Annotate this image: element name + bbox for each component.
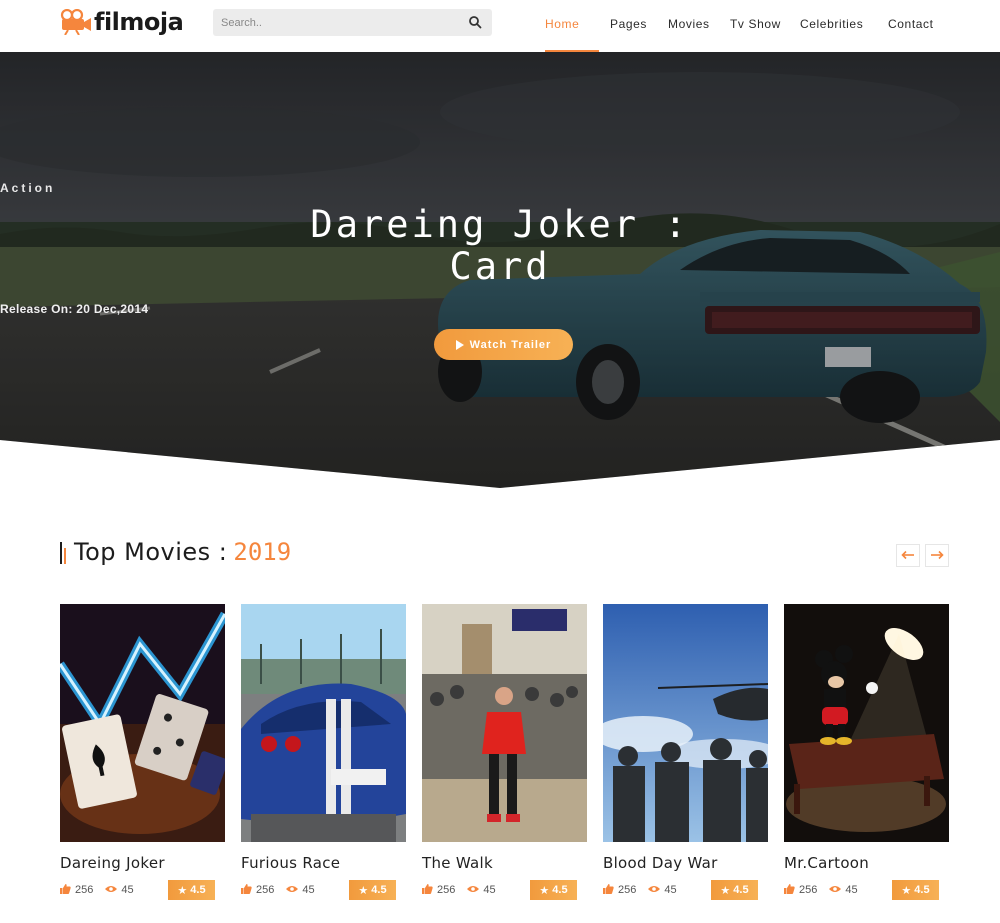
hero-genre: Action	[0, 181, 56, 195]
thumbs-up-icon	[603, 883, 614, 897]
star-icon: ★	[901, 884, 912, 897]
hero-release-date: Release On: 20 Dec,2014	[0, 302, 149, 316]
movie-poster[interactable]	[60, 604, 225, 842]
main-nav: Home Pages Movies Tv Show Celebrities Co…	[545, 0, 948, 52]
search-icon[interactable]	[468, 15, 482, 29]
arrow-right-icon	[930, 547, 944, 565]
search-input[interactable]	[213, 9, 458, 36]
heading-accent-bars	[60, 540, 70, 564]
views-count: 45	[286, 884, 315, 896]
views-count: 45	[648, 884, 677, 896]
site-header: filmoja Home Pages Movies Tv Show Celebr…	[0, 0, 1000, 52]
movie-meta: 256 45 ★ 4.5	[60, 880, 225, 900]
likes-count: 256	[603, 883, 637, 897]
rating-badge: ★ 4.5	[349, 880, 396, 900]
likes-value: 256	[75, 884, 94, 896]
likes-value: 256	[618, 884, 637, 896]
thumbs-up-icon	[60, 883, 71, 897]
eye-icon	[829, 884, 842, 896]
hero-banner: Action Dareing Joker : Card Release On: …	[0, 52, 1000, 488]
movie-poster[interactable]	[422, 604, 587, 842]
section-title: Top Movies :	[74, 538, 228, 566]
star-icon: ★	[539, 884, 550, 897]
rating-value: 4.5	[914, 884, 930, 896]
eye-icon	[648, 884, 661, 896]
movie-poster[interactable]	[241, 604, 406, 842]
rating-badge: ★ 4.5	[892, 880, 939, 900]
movie-card: Mr.Cartoon 256 45 ★ 4.5	[784, 604, 949, 900]
carousel-prev-button[interactable]	[896, 544, 920, 567]
likes-count: 256	[60, 883, 94, 897]
movie-card: Furious Race 256 45 ★ 4.5	[241, 604, 406, 900]
carousel-next-button[interactable]	[925, 544, 949, 567]
thumbs-up-icon	[784, 883, 795, 897]
views-value: 45	[845, 884, 858, 896]
views-value: 45	[302, 884, 315, 896]
arrow-left-icon	[901, 547, 915, 565]
star-icon: ★	[177, 884, 188, 897]
logo[interactable]: filmoja	[60, 6, 184, 38]
nav-celebrities[interactable]: Celebrities	[800, 0, 880, 52]
movie-meta: 256 45 ★ 4.5	[603, 880, 768, 900]
eye-icon	[286, 884, 299, 896]
carousel-controls	[896, 544, 949, 567]
movie-title[interactable]: Furious Race	[241, 854, 340, 872]
eye-icon	[105, 884, 118, 896]
nav-pages[interactable]: Pages	[610, 0, 660, 52]
hero-title: Dareing Joker : Card	[310, 203, 690, 288]
likes-value: 256	[799, 884, 818, 896]
thumbs-up-icon	[422, 883, 433, 897]
views-value: 45	[664, 884, 677, 896]
star-icon: ★	[358, 884, 369, 897]
play-icon	[455, 339, 464, 350]
movie-meta: 256 45 ★ 4.5	[784, 880, 949, 900]
nav-movies[interactable]: Movies	[668, 0, 722, 52]
movie-card: Blood Day War 256 45 ★ 4.5	[603, 604, 768, 900]
rating-value: 4.5	[190, 884, 206, 896]
nav-contact[interactable]: Contact	[888, 0, 948, 52]
movie-title[interactable]: Dareing Joker	[60, 854, 165, 872]
search-bar	[213, 9, 492, 36]
movie-title[interactable]: Mr.Cartoon	[784, 854, 869, 872]
nav-tv-show[interactable]: Tv Show	[730, 0, 792, 52]
watch-trailer-button[interactable]: Watch Trailer	[434, 329, 573, 360]
section-year: 2019	[233, 538, 292, 566]
likes-value: 256	[437, 884, 456, 896]
views-count: 45	[829, 884, 858, 896]
movie-meta: 256 45 ★ 4.5	[241, 880, 406, 900]
movie-card: Dareing Joker 256 45 ★ 4.5	[60, 604, 225, 900]
rating-badge: ★ 4.5	[530, 880, 577, 900]
views-value: 45	[483, 884, 496, 896]
movie-title[interactable]: The Walk	[422, 854, 493, 872]
movie-title[interactable]: Blood Day War	[603, 854, 718, 872]
likes-count: 256	[241, 883, 275, 897]
film-camera-icon	[60, 9, 92, 35]
rating-value: 4.5	[733, 884, 749, 896]
views-count: 45	[105, 884, 134, 896]
views-count: 45	[467, 884, 496, 896]
star-icon: ★	[720, 884, 731, 897]
movie-card: The Walk 256 45 ★ 4.5	[422, 604, 587, 900]
likes-count: 256	[422, 883, 456, 897]
movie-poster[interactable]	[784, 604, 949, 842]
nav-home[interactable]: Home	[545, 0, 599, 52]
watch-trailer-label: Watch Trailer	[469, 338, 552, 351]
likes-count: 256	[784, 883, 818, 897]
movie-poster[interactable]	[603, 604, 768, 842]
rating-value: 4.5	[552, 884, 568, 896]
views-value: 45	[121, 884, 134, 896]
eye-icon	[467, 884, 480, 896]
likes-value: 256	[256, 884, 275, 896]
section-heading: Top Movies : 2019	[60, 537, 291, 567]
rating-value: 4.5	[371, 884, 387, 896]
thumbs-up-icon	[241, 883, 252, 897]
logo-text: filmoja	[94, 8, 184, 36]
rating-badge: ★ 4.5	[711, 880, 758, 900]
movie-meta: 256 45 ★ 4.5	[422, 880, 587, 900]
rating-badge: ★ 4.5	[168, 880, 215, 900]
